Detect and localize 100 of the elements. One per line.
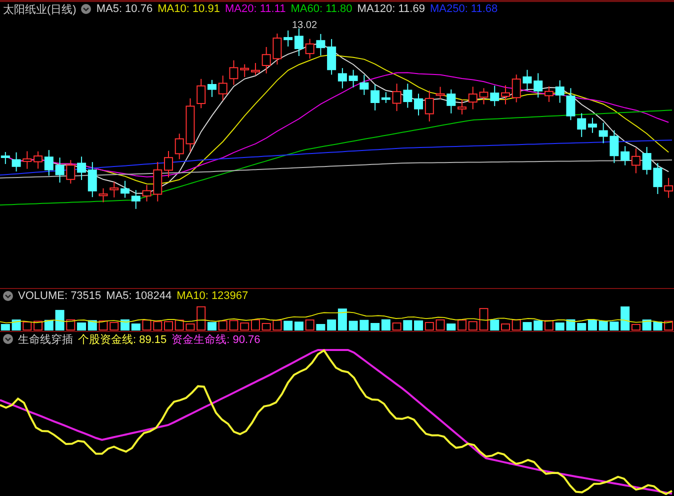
volume-bar	[110, 322, 119, 331]
candlestick	[424, 90, 434, 122]
volume-bar	[348, 320, 358, 331]
volume-bar	[501, 323, 510, 331]
candlestick	[392, 83, 402, 112]
candlestick	[153, 161, 162, 202]
candlestick	[142, 184, 152, 202]
chevron-circle-icon[interactable]	[3, 291, 13, 301]
candlestick	[490, 85, 500, 107]
volume-bar	[262, 322, 271, 331]
candlestick	[110, 181, 119, 198]
chevron-circle-icon[interactable]	[81, 4, 92, 14]
volume-bar	[424, 322, 434, 331]
legend-value: 资金生命线: 90.76	[172, 332, 260, 346]
candlestick	[566, 88, 576, 121]
volume-bar	[610, 322, 619, 331]
volume-bar	[250, 319, 260, 331]
candlestick	[522, 69, 532, 92]
volume-bar	[534, 320, 543, 331]
volume-bar	[544, 320, 554, 331]
volume-bar	[229, 320, 238, 331]
candlestick	[436, 86, 445, 100]
candlestick	[360, 74, 369, 96]
volume-bar	[642, 319, 652, 331]
volume-bar	[142, 320, 152, 331]
candlestick	[653, 162, 662, 195]
candlestick	[512, 74, 521, 103]
volume-bar	[208, 322, 216, 331]
volume-bar	[392, 322, 402, 331]
candlestick	[316, 33, 326, 56]
candlestick	[22, 150, 32, 170]
volume-bar	[174, 320, 184, 331]
candlestick	[240, 64, 250, 78]
volume-bar	[360, 320, 369, 331]
candlestick	[272, 33, 282, 66]
legend-value: MA5: 10.76	[96, 3, 153, 15]
candlestick	[631, 148, 640, 174]
candlestick	[34, 150, 43, 170]
candlestick	[98, 188, 108, 203]
volume-bar	[12, 319, 21, 331]
volume-bar	[479, 308, 488, 331]
volume-bar	[458, 320, 466, 331]
volume-bar	[305, 319, 314, 331]
high-price-label: 13.02	[292, 20, 318, 31]
volume-bar	[414, 320, 424, 331]
candlestick	[620, 146, 630, 166]
volume-bar	[403, 320, 412, 331]
volume-bar	[34, 320, 43, 331]
volume-bar	[120, 319, 130, 331]
legend-value: MA10: 10.91	[158, 3, 220, 15]
volume-bar	[88, 320, 97, 331]
candlestick	[131, 190, 140, 210]
volume-bar	[186, 323, 195, 331]
candlestick	[305, 38, 314, 60]
legend-value: MA10: 123967	[176, 290, 248, 302]
legend-value: MA250: 11.68	[430, 3, 498, 15]
volume-bar	[240, 322, 250, 331]
indicator-title: 生命线穿插	[18, 332, 73, 346]
volume-bar	[598, 320, 608, 331]
candlestick	[0, 152, 10, 164]
volume-bar	[512, 319, 521, 331]
candlestick	[120, 180, 130, 198]
volume-bar	[468, 321, 478, 331]
legend-value: MA20: 11.11	[224, 3, 286, 15]
volume-bar	[55, 310, 64, 331]
volume-bar	[316, 324, 326, 331]
candlestick	[186, 98, 195, 152]
volume-bar	[522, 322, 532, 331]
candlestick	[229, 60, 238, 86]
candlestick	[250, 62, 260, 76]
candlestick	[55, 157, 64, 184]
candlestick	[610, 130, 619, 164]
candlestick	[598, 122, 608, 144]
volume-bar	[196, 306, 206, 331]
candlestick	[403, 83, 412, 108]
candlestick	[414, 93, 424, 116]
candlestick	[66, 160, 76, 184]
candlestick	[164, 150, 173, 178]
volume-bar	[381, 319, 390, 331]
volume-bar	[294, 322, 304, 331]
volume-bar	[566, 319, 576, 331]
volume-bar	[446, 323, 456, 331]
candlestick	[348, 69, 358, 88]
legend-value: VOLUME: 73515	[18, 290, 102, 302]
stock-title: 太阳纸业(日线)	[3, 2, 76, 16]
volume-bar	[44, 320, 54, 331]
volume-bar	[98, 320, 108, 331]
volume-bar	[555, 322, 564, 331]
candlestick	[446, 88, 456, 114]
legend-value: MA120: 11.69	[357, 3, 425, 15]
volume-bar	[153, 321, 162, 331]
candlestick	[479, 88, 488, 105]
legend-value: MA5: 108244	[106, 290, 172, 302]
volume-bar	[436, 319, 445, 331]
candlestick	[555, 80, 564, 104]
legend-value: MA60: 11.80	[290, 3, 352, 15]
volume-bar	[284, 320, 293, 331]
volume-bar	[653, 322, 662, 331]
volume-bar	[66, 319, 76, 331]
chevron-circle-icon[interactable]	[3, 334, 13, 344]
